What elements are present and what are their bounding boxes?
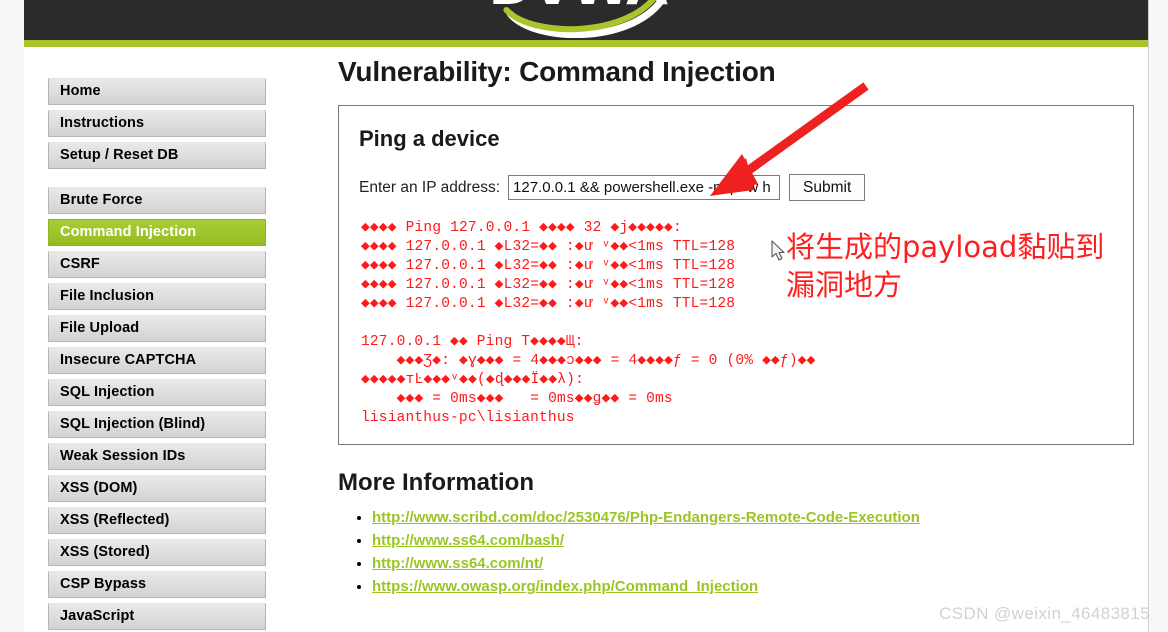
site-header: DVWA <box>24 0 1148 40</box>
dvwa-page: DVWA Home Instructions Setup / Reset DB … <box>24 0 1149 632</box>
main-content: Vulnerability: Command Injection Ping a … <box>314 56 1148 599</box>
sidebar-item-setup-reset-db[interactable]: Setup / Reset DB <box>48 142 266 169</box>
command-output: ◆◆◆◆ Ping 127.0.0.1 ◆◆◆◆ 32 ◆j◆◆◆◆◆: ◆◆◆… <box>361 220 816 426</box>
sidebar-item-insecure-captcha[interactable]: Insecure CAPTCHA <box>48 347 266 374</box>
sidebar-item-weak-session-ids[interactable]: Weak Session IDs <box>48 443 266 470</box>
sidebar-item-brute-force[interactable]: Brute Force <box>48 187 266 214</box>
sidebar-group-main: Home Instructions Setup / Reset DB <box>48 78 266 169</box>
page-title: Vulnerability: Command Injection <box>338 56 776 87</box>
ip-address-label: Enter an IP address: <box>359 178 501 196</box>
sidebar-item-javascript[interactable]: JavaScript <box>48 603 266 630</box>
sidebar-item-sql-injection-blind[interactable]: SQL Injection (Blind) <box>48 411 266 438</box>
list-item: https://www.owasp.org/index.php/Command_… <box>372 576 1148 597</box>
sidebar-item-file-inclusion[interactable]: File Inclusion <box>48 283 266 310</box>
info-link-owasp[interactable]: https://www.owasp.org/index.php/Command_… <box>372 578 758 595</box>
sidebar-item-home[interactable]: Home <box>48 78 266 105</box>
submit-button[interactable]: Submit <box>789 174 866 201</box>
info-link-ss64-nt[interactable]: http://www.ss64.com/nt/ <box>372 555 543 572</box>
panel-title: Ping a device <box>359 126 500 151</box>
ping-form: Enter an IP address: Submit <box>359 174 1113 201</box>
sidebar-item-command-injection[interactable]: Command Injection <box>48 219 266 246</box>
sidebar-item-sql-injection[interactable]: SQL Injection <box>48 379 266 406</box>
sidebar-item-xss-stored[interactable]: XSS (Stored) <box>48 539 266 566</box>
sidebar-item-instructions[interactable]: Instructions <box>48 110 266 137</box>
sidebar-item-csp-bypass[interactable]: CSP Bypass <box>48 571 266 598</box>
list-item: http://www.ss64.com/nt/ <box>372 553 1148 574</box>
sidebar-item-file-upload[interactable]: File Upload <box>48 315 266 342</box>
ip-address-input[interactable] <box>508 175 781 200</box>
info-link-scribd[interactable]: http://www.scribd.com/doc/2530476/Php-En… <box>372 509 920 526</box>
sidebar-nav: Home Instructions Setup / Reset DB Brute… <box>48 78 266 632</box>
info-link-ss64-bash[interactable]: http://www.ss64.com/bash/ <box>372 532 564 549</box>
browser-viewport: DVWA Home Instructions Setup / Reset DB … <box>0 0 1168 632</box>
more-information-links: http://www.scribd.com/doc/2530476/Php-En… <box>338 507 1148 597</box>
csdn-watermark: CSDN @weixin_46483815 <box>939 604 1150 623</box>
header-accent-bar <box>24 40 1148 47</box>
sidebar-item-xss-dom[interactable]: XSS (DOM) <box>48 475 266 502</box>
ping-a-device-panel: Ping a device Enter an IP address: Submi… <box>338 105 1134 445</box>
list-item: http://www.scribd.com/doc/2530476/Php-En… <box>372 507 1148 528</box>
more-information-title: More Information <box>338 469 534 496</box>
sidebar-item-csrf[interactable]: CSRF <box>48 251 266 278</box>
sidebar-divider <box>48 174 266 187</box>
sidebar-item-xss-reflected[interactable]: XSS (Reflected) <box>48 507 266 534</box>
sidebar-group-vulnerabilities: Brute Force Command Injection CSRF File … <box>48 187 266 630</box>
dvwa-logo: DVWA <box>488 0 670 38</box>
list-item: http://www.ss64.com/bash/ <box>372 530 1148 551</box>
